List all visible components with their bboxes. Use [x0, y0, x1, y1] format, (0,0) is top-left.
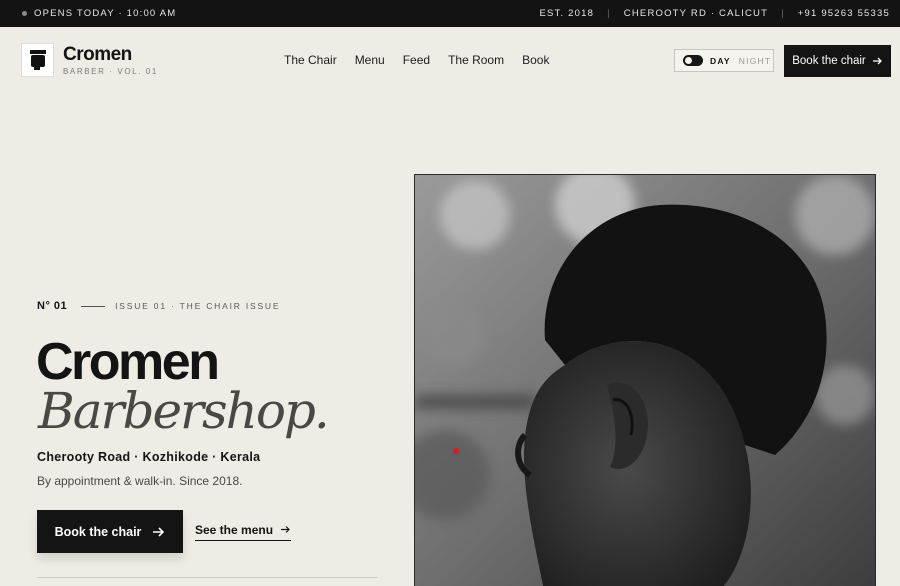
book-chair-label: Book the chair	[54, 524, 142, 539]
hero-location: Cherooty Road · Kozhikode · Kerala	[37, 450, 261, 464]
nav-book[interactable]: Book	[522, 53, 549, 67]
logo[interactable]	[21, 43, 54, 77]
book-chair-header-button[interactable]: Book the chair	[784, 45, 891, 77]
issue-divider	[81, 305, 106, 307]
nav-feed[interactable]: Feed	[403, 53, 430, 67]
divider: |	[781, 8, 785, 19]
hero-tagline: By appointment & walk-in. Since 2018.	[37, 474, 243, 488]
phone-link[interactable]: +91 95263 55335	[798, 8, 890, 19]
nav-the-chair[interactable]: The Chair	[284, 53, 337, 67]
arrow-right-icon	[872, 57, 882, 65]
arrow-right-icon	[281, 526, 290, 533]
theme-day-label: DAY	[710, 55, 731, 66]
see-menu-label: See the menu	[195, 523, 274, 537]
toggle-switch[interactable]	[683, 55, 703, 66]
issue-label: ISSUE 01 · THE CHAIR ISSUE	[115, 301, 281, 311]
brand-name[interactable]: Cromen	[63, 44, 132, 66]
issue-number: N° 01	[37, 300, 68, 312]
book-chair-label: Book the chair	[792, 55, 866, 67]
chair-logo-icon	[29, 50, 46, 70]
arrow-right-icon	[153, 526, 165, 537]
established-year: EST. 2018	[539, 8, 595, 19]
theme-night-label: NIGHT	[738, 55, 772, 66]
theme-toggle[interactable]: DAY NIGHT	[674, 49, 774, 72]
hero-title-italic: Barbershop.	[38, 382, 330, 440]
top-bar: OPENS TODAY · 10:00 AM EST. 2018 | CHERO…	[0, 0, 900, 27]
hero-photo	[414, 174, 876, 586]
status-dot-icon	[22, 11, 27, 16]
address-short: CHEROOTY RD · CALICUT	[623, 8, 769, 19]
opening-status: OPENS TODAY · 10:00 AM	[34, 8, 177, 19]
see-menu-link[interactable]: See the menu	[195, 523, 292, 541]
book-chair-button[interactable]: Book the chair	[37, 510, 183, 553]
brand-subtitle: BARBER · VOL. 01	[63, 67, 158, 76]
nav-the-room[interactable]: The Room	[448, 53, 504, 67]
nav-menu[interactable]: Menu	[355, 53, 385, 67]
issue-row: N° 01 ISSUE 01 · THE CHAIR ISSUE	[37, 300, 280, 312]
main-nav: The Chair Menu Feed The Room Book	[284, 53, 567, 67]
hero-divider	[37, 577, 378, 578]
divider: |	[607, 8, 611, 19]
